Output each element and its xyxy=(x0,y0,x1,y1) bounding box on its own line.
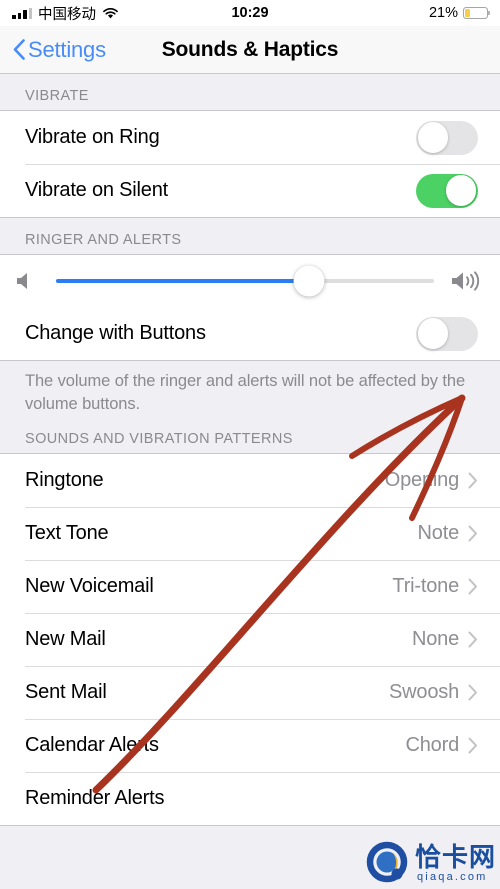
cellular-signal-icon xyxy=(12,7,32,19)
row-sent-mail[interactable]: Sent Mail Swoosh xyxy=(0,665,500,719)
chevron-right-icon xyxy=(468,525,477,542)
speaker-low-icon xyxy=(17,273,27,289)
row-value: Tri-tone xyxy=(392,574,459,597)
back-button[interactable]: Settings xyxy=(0,37,106,63)
chevron-right-icon xyxy=(468,472,477,489)
row-new-mail[interactable]: New Mail None xyxy=(0,612,500,666)
watermark-text: 恰卡网 qiaqa.com xyxy=(415,844,496,883)
row-label: New Voicemail xyxy=(25,574,154,597)
ringer-volume-slider-row xyxy=(0,255,500,307)
row-label: Calendar Alerts xyxy=(25,733,159,756)
row-value: None xyxy=(411,627,459,650)
status-bar-right: 21% xyxy=(428,5,491,21)
row-label: Text Tone xyxy=(25,521,109,544)
row-label: Ringtone xyxy=(25,468,104,491)
row-label: Reminder Alerts xyxy=(25,786,165,809)
row-right xyxy=(416,120,478,155)
vibrate-on-ring-toggle[interactable] xyxy=(416,120,478,155)
chevron-right-icon xyxy=(468,737,477,754)
wifi-icon xyxy=(103,7,118,18)
row-value: Note xyxy=(417,521,460,544)
speaker-high-icon xyxy=(452,271,480,291)
battery-icon xyxy=(463,7,491,19)
row-right: Swoosh xyxy=(389,681,478,704)
back-button-label: Settings xyxy=(28,36,106,62)
watermark-cn-label: 恰卡网 xyxy=(414,841,496,872)
section-header-vibrate: VIBRATE xyxy=(25,88,89,104)
row-calendar-alerts[interactable]: Calendar Alerts Chord xyxy=(0,718,500,772)
status-bar-left: 中国移动 xyxy=(12,3,119,24)
ringer-group: Change with Buttons xyxy=(0,254,500,361)
chevron-right-icon xyxy=(468,684,477,701)
vibrate-on-silent-toggle[interactable] xyxy=(416,173,478,208)
battery-percent-label: 21% xyxy=(428,5,458,21)
row-label: Vibrate on Ring xyxy=(25,126,160,148)
section-header-ringer-and-alerts: RINGER AND ALERTS xyxy=(25,232,182,248)
row-label: Vibrate on Silent xyxy=(25,179,168,201)
section-header-sounds-and-vibration-patterns: SOUNDS AND VIBRATION PATTERNS xyxy=(25,430,293,447)
row-label: Sent Mail xyxy=(25,680,107,703)
ringer-footer-note: The volume of the ringer and alerts will… xyxy=(25,372,466,414)
row-value: Chord xyxy=(405,733,460,756)
watermark-en-label: qiaqa.com xyxy=(416,870,488,883)
chevron-left-icon xyxy=(13,39,25,60)
carrier-label: 中国移动 xyxy=(38,6,96,23)
slider-fill xyxy=(56,279,310,283)
toggle-knob xyxy=(417,122,449,153)
toggle-knob xyxy=(445,175,477,206)
toggle-knob xyxy=(417,318,449,349)
row-text-tone[interactable]: Text Tone Note xyxy=(0,506,500,560)
row-vibrate-on-silent[interactable]: Vibrate on Silent xyxy=(0,164,500,217)
row-right: Note xyxy=(418,522,478,545)
ringer-volume-slider[interactable] xyxy=(56,264,434,298)
row-label: New Mail xyxy=(25,627,106,650)
change-with-buttons-toggle[interactable] xyxy=(416,316,478,351)
row-right xyxy=(416,316,478,351)
sounds-group: Ringtone Opening Text Tone Note New Voic… xyxy=(0,452,500,826)
row-right: Tri-tone xyxy=(392,575,478,598)
iphone-settings-screen: 中国移动 10:29 21% Settings Sounds & Haptics… xyxy=(0,0,500,889)
watermark: 恰卡网 qiaqa.com xyxy=(366,841,496,885)
row-label: Change with Buttons xyxy=(25,322,206,344)
slider-thumb[interactable] xyxy=(293,265,325,297)
qiaqa-logo-icon xyxy=(366,841,408,883)
row-right: None xyxy=(412,628,478,651)
row-ringtone[interactable]: Ringtone Opening xyxy=(0,453,500,507)
row-right: Opening xyxy=(385,469,478,492)
row-reminder-alerts[interactable]: Reminder Alerts xyxy=(0,771,500,825)
status-bar: 中国移动 10:29 21% xyxy=(0,0,500,26)
row-right: Chord xyxy=(406,734,478,757)
chevron-right-icon xyxy=(468,631,477,648)
row-right xyxy=(416,173,478,208)
row-value: Opening xyxy=(384,468,459,491)
navigation-bar: Settings Sounds & Haptics xyxy=(0,26,500,74)
row-new-voicemail[interactable]: New Voicemail Tri-tone xyxy=(0,559,500,613)
vibrate-group: Vibrate on Ring Vibrate on Silent xyxy=(0,110,500,218)
row-value: Swoosh xyxy=(389,680,459,703)
chevron-right-icon xyxy=(468,578,477,595)
row-vibrate-on-ring[interactable]: Vibrate on Ring xyxy=(0,111,500,164)
row-change-with-buttons[interactable]: Change with Buttons xyxy=(0,307,500,360)
